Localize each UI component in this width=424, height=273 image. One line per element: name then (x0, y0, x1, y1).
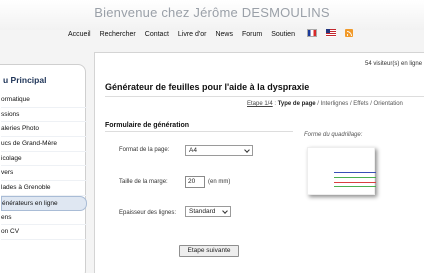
sidebar-item-passions[interactable]: ssions (1, 108, 87, 123)
nav-contact[interactable]: Contact (145, 31, 169, 38)
flag-fr-icon[interactable] (307, 29, 317, 37)
main-panel: 54 visiteur(s) en ligne Générateur de fe… (94, 52, 424, 273)
nav-accueil[interactable]: Accueil (68, 31, 91, 38)
page-title: Générateur de feuilles pour l'aide à la … (105, 82, 310, 92)
preview-line-green (334, 177, 376, 178)
preview-line-green-2 (334, 186, 376, 187)
sidebar-item-galeries-photo[interactable]: aleries Photo (1, 122, 87, 138)
preview-line-red (334, 182, 376, 183)
chevron-down-icon (244, 147, 250, 153)
nav-rechercher[interactable]: Rechercher (100, 31, 136, 38)
visitors-count: 54 visiteur(s) en ligne (365, 61, 423, 67)
rss-icon[interactable] (345, 29, 353, 37)
margin-input[interactable]: 20 (185, 176, 205, 188)
sidebar-item-balades-grenoble[interactable]: lades à Grenoble (1, 181, 87, 196)
margin-unit: (en mm) (208, 179, 231, 185)
breadcrumb: Etape 1/4 : Type de page / Interlignes /… (247, 101, 403, 107)
nav-soutien[interactable]: Soutien (271, 31, 295, 38)
nav-livre-dor[interactable]: Livre d'or (178, 31, 207, 38)
line-thickness-value: Standard (189, 208, 216, 215)
site-title: Bienvenue chez Jérôme DESMOULINS (94, 5, 330, 20)
breadcrumb-rest: / Interlignes / Effets / Orientation (315, 101, 403, 107)
sidebar-item-divers[interactable]: vers (1, 166, 87, 182)
step-link[interactable]: Etape 1/4 (247, 101, 273, 107)
menu-title: u Principal (3, 75, 47, 85)
next-step-button[interactable]: Etape suivante (179, 245, 239, 257)
preview-label: Forme du quadrillage: (304, 132, 363, 138)
sidebar-item-mon-cv[interactable]: on CV (1, 225, 87, 240)
sidebar-item-informatique[interactable]: ormatique (1, 93, 87, 108)
top-nav: Accueil Rechercher Contact Livre d'or Ne… (68, 28, 295, 41)
sidebar-item-generateurs[interactable]: énérateurs en ligne (1, 195, 87, 211)
format-value: A4 (189, 147, 197, 154)
nav-news[interactable]: News (215, 31, 233, 38)
format-label: Format de la page: (119, 147, 170, 153)
format-select[interactable]: A4 (185, 145, 253, 156)
menu-list: ormatique ssions aleries Photo ucs de Gr… (1, 93, 87, 240)
sidebar-item-bricolage[interactable]: icolage (1, 152, 87, 167)
sidebar-item-liens[interactable]: ens (1, 211, 87, 226)
margin-label: Taille de la marge: (119, 179, 168, 185)
form-section-title: Formulaire de génération (105, 122, 190, 129)
sidebar-item-trucs-grand-mere[interactable]: ucs de Grand-Mère (1, 137, 87, 152)
nav-forum[interactable]: Forum (242, 31, 262, 38)
chevron-down-icon (222, 208, 228, 214)
line-thickness-label: Epaisseur des lignes: (119, 210, 177, 216)
flag-us-icon[interactable] (326, 29, 336, 37)
line-thickness-select[interactable]: Standard (185, 206, 231, 217)
preview-line-blue (334, 172, 376, 173)
title-divider (105, 96, 424, 97)
site-header: Bienvenue chez Jérôme DESMOULINS (0, 0, 424, 30)
section-divider (105, 131, 293, 132)
grid-preview (307, 147, 376, 195)
breadcrumb-current: Type de page (277, 101, 316, 107)
sidebar-menu: u Principal ormatique ssions aleries Pho… (0, 64, 87, 273)
